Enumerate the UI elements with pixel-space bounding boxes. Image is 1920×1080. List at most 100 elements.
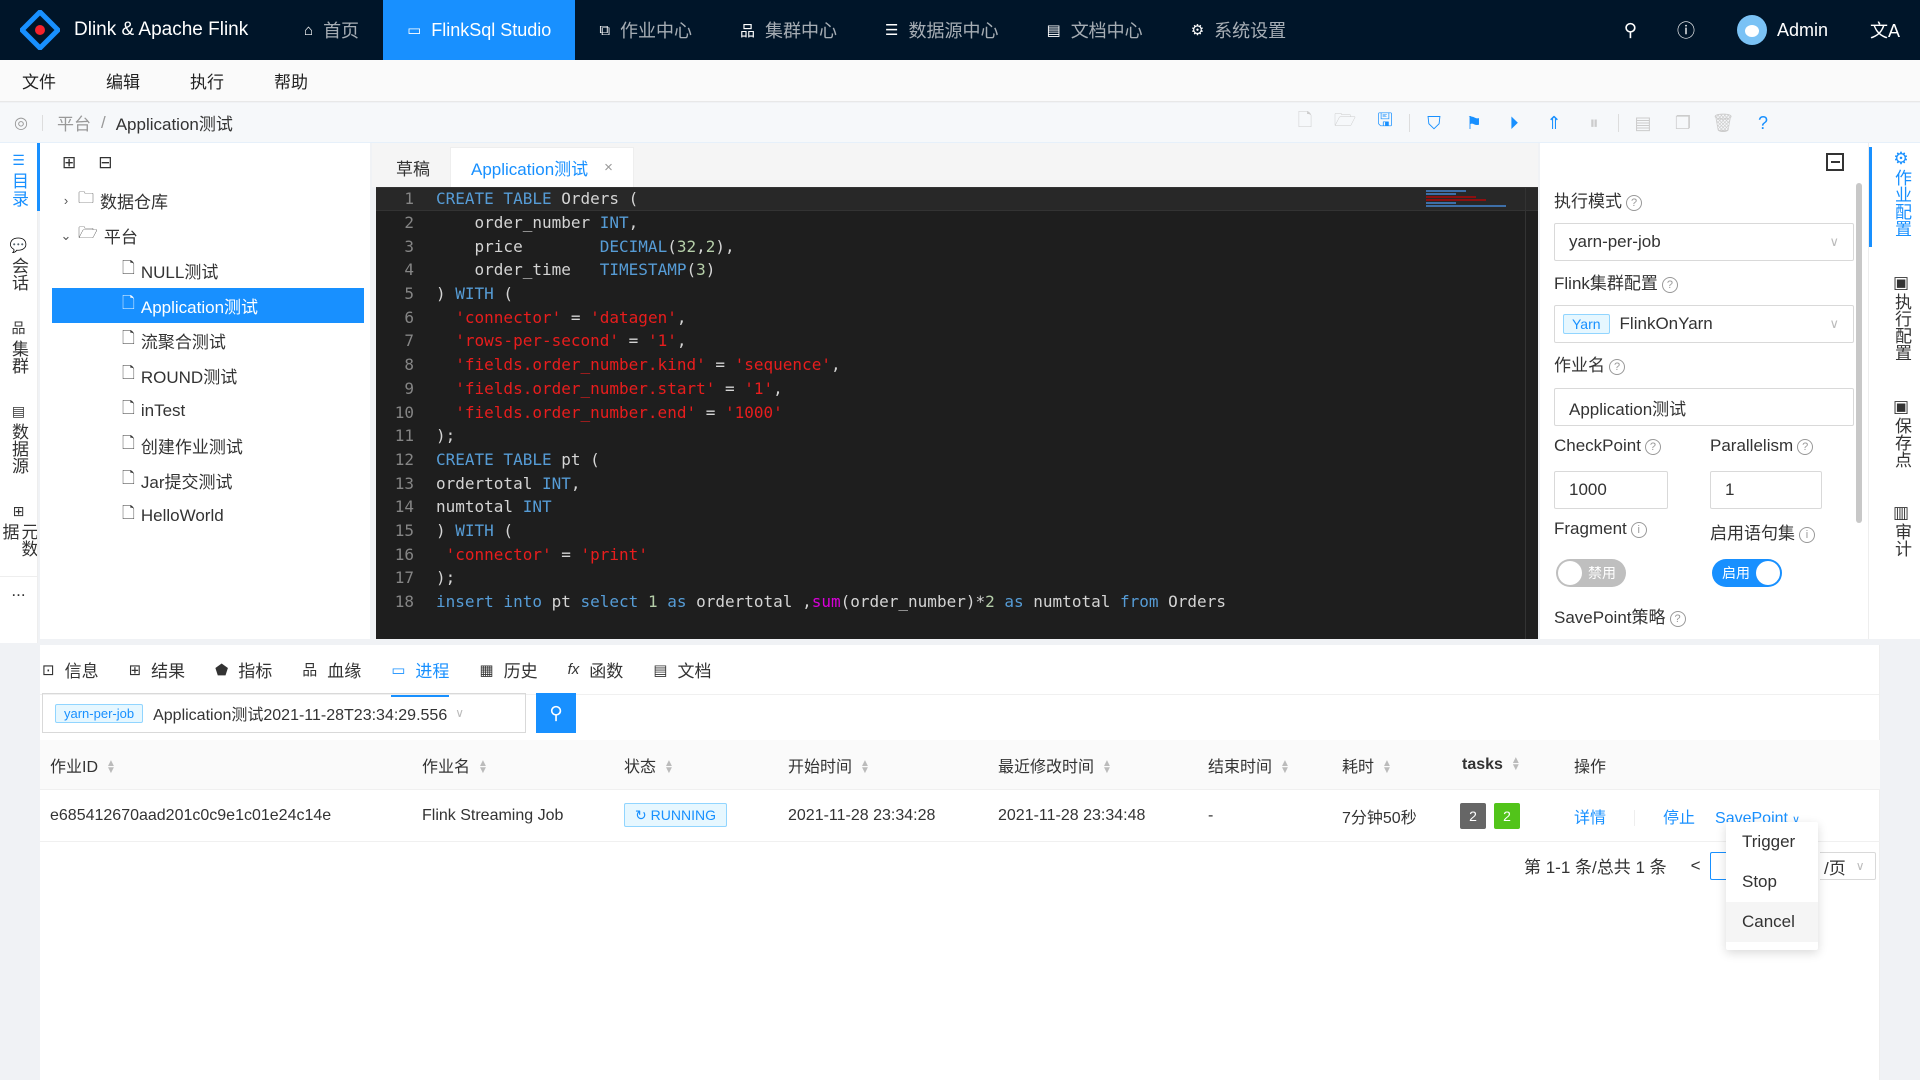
code-line[interactable]: 5) WITH ( [376,282,1538,306]
tree-file[interactable]: 🗋 HelloWorld [40,498,370,533]
prev-page-button[interactable]: < [1691,856,1701,876]
exec-mode-select[interactable]: yarn-per-job ∨ [1554,223,1854,261]
close-icon[interactable]: × [604,159,613,176]
search-button[interactable]: ⚲ [536,693,576,733]
statement-set-toggle[interactable]: 启用 [1712,559,1782,587]
menu-file[interactable]: 文件 [22,68,56,93]
check-shield-icon[interactable]: ⛉ [1414,113,1454,134]
col-end-time[interactable]: 结束时间 ▲ ▼ [1208,753,1290,777]
editor-scrollbar[interactable] [1525,187,1526,639]
question-icon[interactable]: ? [1661,277,1678,293]
sort-icon[interactable]: ▲ ▼ [1382,759,1392,776]
code-line[interactable]: 9 'fields.order_number.start' = '1', [376,377,1538,401]
rocket-icon[interactable]: ⇑ [1534,113,1574,134]
question-icon[interactable]: ? [1669,611,1686,627]
rail-job-config[interactable]: ⚙ 作业配置 [1891,149,1911,237]
tree-folder[interactable]: ⌄ 🗁 平台 [40,218,370,253]
nav-cluster-center[interactable]: 品集群中心 [716,0,861,60]
col-status[interactable]: 状态 ▲ ▼ [624,753,674,777]
new-file-icon[interactable]: 🗋 [1285,108,1325,138]
rail-datasource[interactable]: ▤ 数据源 [0,402,37,474]
col-job-id[interactable]: 作业ID ▲ ▼ [50,753,116,777]
rail-exec-config[interactable]: ▣ 执行配置 [1891,273,1911,361]
job-instance-select[interactable]: yarn-per-job Application测试2021-11-28T23:3… [42,693,526,733]
parallelism-input[interactable]: 1 [1710,471,1822,509]
tab-functions[interactable]: fx 函数 [568,645,624,695]
code-line[interactable]: 3 price DECIMAL(32,2), [376,234,1538,258]
nav-system-settings[interactable]: ⚙ 系统设置 [1167,0,1310,60]
tree-file[interactable]: 🗋 Jar提交测试 [40,463,370,498]
code-minimap[interactable] [1426,189,1506,223]
sort-icon[interactable]: ▲ ▼ [1511,756,1521,773]
tab-info[interactable]: ⊡ 信息 [42,645,99,695]
diff-icon[interactable]: ▤ [1623,113,1663,134]
sort-icon[interactable]: ▲ ▼ [1280,759,1290,776]
code-line[interactable]: 11); [376,424,1538,448]
flag-icon[interactable]: ⚑ [1454,113,1494,134]
stop-link[interactable]: 停止 [1663,810,1695,827]
logo[interactable]: Dlink & Apache Flink [0,0,280,60]
cluster-select[interactable]: Yarn FlinkOnYarn ∨ [1554,305,1854,343]
sort-icon[interactable]: ▲ ▼ [860,759,870,776]
translate-icon[interactable]: 文A [1850,17,1920,43]
info-icon[interactable]: i [1630,522,1647,538]
code-line[interactable]: 8 'fields.order_number.kind' = 'sequence… [376,353,1538,377]
tree-file[interactable]: 🗋 inTest [40,393,370,428]
rail-cluster[interactable]: 品集群 [0,319,37,374]
tab-lineage[interactable]: 品血缘 [302,645,361,695]
code-line[interactable]: 10 'fields.order_number.end' = '1000' [376,400,1538,424]
search-icon[interactable]: ⚲ [1604,20,1657,41]
delete-icon[interactable]: 🗑 [1703,113,1743,134]
collapse-panel-icon[interactable] [1826,153,1844,171]
checkpoint-input[interactable]: 1000 [1554,471,1668,509]
code-line[interactable]: 15) WITH ( [376,519,1538,543]
sort-icon[interactable]: ▲ ▼ [478,759,488,776]
code-line[interactable]: 17); [376,566,1538,590]
code-line[interactable]: 16 'connector' = 'print' [376,542,1538,566]
rail-savepoints[interactable]: ▣ 保存点 [1891,397,1911,468]
tree-file[interactable]: 🗋 NULL测试 [40,253,370,288]
question-icon[interactable]: ? [1644,439,1661,455]
tab-process[interactable]: ▭ 进程 [391,645,450,697]
question-icon[interactable]: ? [1626,195,1642,211]
question-icon[interactable]: ? [1609,359,1625,375]
col-job-name[interactable]: 作业名 ▲ ▼ [422,753,488,777]
col-duration[interactable]: 耗时 ▲ ▼ [1342,753,1392,777]
breadcrumb-root[interactable]: 平台 [57,110,91,135]
copy-icon[interactable]: ❐ [1663,113,1703,134]
pause-icon[interactable]: ⏸ [1574,113,1614,134]
config-scrollbar[interactable] [1856,183,1862,523]
rail-metadata[interactable]: ⊞ 元数据 [0,502,37,572]
sort-icon[interactable]: ▲ ▼ [664,759,674,776]
nav-doc-center[interactable]: ▤ 文档中心 [1023,0,1167,60]
col-tasks[interactable]: tasks ▲ ▼ [1462,756,1521,774]
help-circle-icon[interactable]: ? [1743,113,1783,134]
code-line[interactable]: 13 ordertotal INT, [376,471,1538,495]
tree-file[interactable]: 🗋 创建作业测试 [40,428,370,463]
sql-code-editor[interactable]: 1 CREATE TABLE Orders (2 order_number INT… [376,187,1538,639]
fragment-toggle[interactable]: 禁用 [1556,559,1626,587]
help-icon[interactable]: ⓘ [1657,17,1715,43]
tab-history[interactable]: ▦ 历史 [479,645,537,695]
chevron-right-icon[interactable]: › [54,193,78,208]
open-folder-icon[interactable]: 🗁 [1325,108,1365,138]
save-icon[interactable]: 🖫 [1365,108,1405,138]
nav-job-center[interactable]: ⧉ 作业中心 [575,0,716,60]
code-line[interactable]: 12 CREATE TABLE pt ( [376,448,1538,472]
nav-datasource-center[interactable]: ☰ 数据源中心 [861,0,1022,60]
code-line[interactable]: 1 CREATE TABLE Orders ( [376,187,1538,211]
tab-application-test[interactable]: Application测试 × [450,147,634,187]
col-start-time[interactable]: 开始时间 ▲ ▼ [788,753,870,777]
page-size-select[interactable]: /页 ∨ [1820,852,1876,880]
menu-run[interactable]: 执行 [190,68,224,93]
code-line[interactable]: 6 'connector' = 'datagen', [376,305,1538,329]
nav-home[interactable]: ⌂ 首页 [280,0,383,60]
rail-catalog[interactable]: ☰ 目录 [0,151,37,208]
play-icon[interactable]: ⏵ [1494,113,1534,134]
menu-edit[interactable]: 编辑 [106,68,140,93]
tree-file-selected[interactable]: 🗋 Application测试 [52,288,364,323]
col-modify-time[interactable]: 最近修改时间 ▲ ▼ [998,753,1112,777]
rail-audit[interactable]: ▥ 审计 [1891,503,1911,557]
tab-metrics[interactable]: ⬟ 指标 [215,645,272,695]
new-folder-icon[interactable]: ⊞ [62,153,76,173]
